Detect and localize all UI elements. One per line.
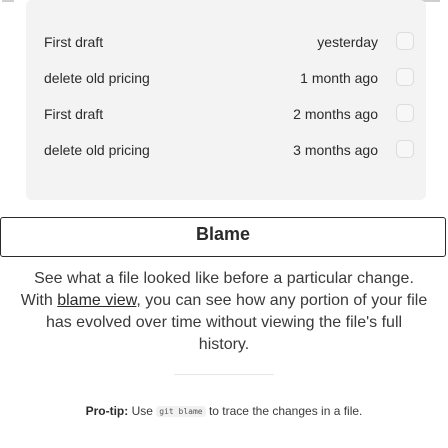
commit-time: 2 months ago — [293, 106, 378, 122]
commit-checkbox[interactable] — [396, 68, 414, 86]
commit-row[interactable]: First draft 2 months ago — [26, 96, 426, 136]
commit-time: yesterday — [317, 34, 378, 50]
commit-row[interactable]: delete old pricing 1 month ago — [26, 60, 426, 100]
pro-tip-text: Use — [128, 404, 157, 418]
commit-time: 1 month ago — [300, 70, 378, 86]
commit-checkbox[interactable] — [396, 104, 414, 122]
pro-tip-label: Pro-tip: — [85, 404, 129, 418]
commit-message: delete old pricing — [44, 70, 150, 86]
commit-message: delete old pricing — [44, 142, 150, 158]
blame-view-link[interactable]: blame view — [57, 292, 136, 309]
feature-description: See what a file looked like before a par… — [20, 268, 428, 356]
fragment-line — [2, 0, 14, 2]
commit-checkbox[interactable] — [396, 32, 414, 50]
commit-time: 3 months ago — [293, 142, 378, 158]
pro-tip: Pro-tip: Use git blame to trace the chan… — [0, 404, 448, 418]
feature-title: Blame — [195, 224, 251, 244]
commit-message: First draft — [44, 106, 104, 122]
commit-row[interactable]: delete old pricing 3 months ago — [26, 132, 426, 172]
pro-tip-text: to trace the changes in a file. — [205, 404, 363, 418]
commit-history-card: First draft yesterday delete old pricing… — [26, 0, 426, 200]
commit-row[interactable]: First draft yesterday — [26, 24, 426, 64]
commit-message: First draft — [44, 34, 104, 50]
divider — [174, 374, 274, 375]
commit-checkbox[interactable] — [396, 140, 414, 158]
pro-tip-command: git blame — [156, 406, 206, 417]
feature-heading-box: Blame — [0, 217, 446, 257]
